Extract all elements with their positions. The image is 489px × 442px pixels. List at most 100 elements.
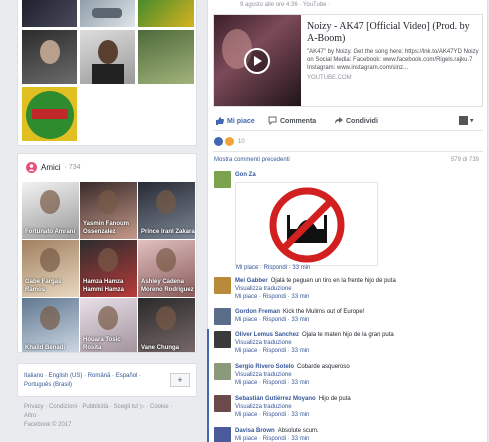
no-mosque-sign-icon — [269, 187, 345, 263]
comment-meta[interactable]: Mi piace · Rispondi · 33 min — [235, 293, 481, 301]
comment-author[interactable]: Sergio Rivero Sotelo — [235, 364, 294, 370]
friend-name[interactable]: Fortunato Amrani — [25, 228, 75, 236]
post-meta[interactable]: 9 agosto alle ore 4:36 · YouTube · — [240, 2, 330, 8]
avatar[interactable] — [214, 171, 231, 188]
comment-meta[interactable]: Mi piace · Rispondi · 33 min — [235, 435, 481, 442]
friend-name[interactable]: Houara Tosic Rosita — [83, 336, 137, 352]
avatar[interactable] — [214, 331, 231, 348]
friend-name[interactable]: Gabe Fargas Ramos — [25, 278, 79, 294]
avatar[interactable] — [214, 363, 231, 380]
translate-link[interactable]: Visualizza traduzione — [235, 339, 481, 347]
like-button[interactable]: Mi piace — [215, 116, 255, 127]
photo-thumb[interactable] — [21, 29, 78, 85]
like-icon — [215, 116, 224, 127]
comment-image[interactable] — [235, 182, 378, 266]
friend-photo — [156, 306, 176, 330]
avatar[interactable] — [214, 427, 231, 442]
footer-links[interactable]: Privacy · Condizioni · Pubblicità · Sceg… — [24, 403, 199, 412]
friend-tile[interactable]: Yasmin Fanoum Ossenzalez — [80, 182, 137, 239]
friend-tile[interactable]: Vane Chunga — [138, 298, 195, 352]
friend-name[interactable]: Hamza Hamza Hammi Hamza — [83, 278, 137, 294]
friend-tile[interactable]: Hamza Hamza Hammi Hamza — [80, 240, 137, 297]
comment-text: Cobarde asqueroso — [297, 364, 350, 370]
comment-icon — [268, 116, 277, 127]
add-language-button[interactable]: + — [170, 373, 190, 387]
share-icon — [334, 116, 343, 127]
comment-meta[interactable]: Mi piace · Rispondi · 33 min — [235, 411, 481, 419]
reaction-count: 10 — [238, 138, 245, 145]
friend-tile[interactable]: Prince Iranl Zakara — [138, 182, 195, 239]
friend-photo — [156, 190, 176, 214]
friends-icon — [26, 162, 37, 173]
comment-meta[interactable]: Mi piace · Rispondi · 33 min — [235, 316, 481, 324]
avatar[interactable] — [214, 395, 231, 412]
friend-name[interactable]: Ashley Cadena Moreno Rodriguez — [141, 278, 195, 294]
comment-author[interactable]: Sebastián Gutiérrez Moyano — [235, 396, 316, 402]
friend-photo — [40, 248, 60, 272]
friend-photo — [40, 306, 60, 330]
friends-header[interactable]: Amici · 734 — [26, 162, 81, 173]
link-title[interactable]: Noizy - AK47 [Official Video] (Prod. by … — [307, 21, 481, 45]
photo-thumb[interactable] — [79, 0, 136, 28]
comment: Davisa Brown Absolute scum. Mi piace · Ris… — [214, 427, 482, 442]
avatar-mini-icon — [459, 116, 468, 125]
share-button[interactable]: Condividi — [334, 116, 378, 127]
comment-text: Ojala te maten hijo de la gran puta — [302, 332, 394, 338]
friends-count: · 734 — [64, 164, 81, 171]
photo-thumb[interactable] — [137, 0, 195, 28]
play-icon[interactable] — [244, 48, 270, 74]
friend-name[interactable]: Prince Iranl Zakara — [141, 228, 195, 236]
comment-highlight-bar — [207, 329, 209, 442]
comment: Oliver Lemus Sanchez Ojala te maten hijo … — [207, 329, 482, 442]
comment-text: Kick the Mulims out of Europe! — [283, 309, 365, 315]
avatar[interactable] — [214, 277, 231, 294]
comment-author[interactable]: Oliver Lemus Sanchez — [235, 332, 299, 338]
audience-selector[interactable]: ▾ — [459, 116, 473, 125]
friend-tile[interactable]: Khalid Benadi — [22, 298, 79, 352]
friend-name[interactable]: Vane Chunga — [141, 344, 179, 352]
comment: Sebastián Gutiérrez Moyano Hijo de puta Vi… — [214, 395, 482, 425]
previous-comments-link[interactable]: Mostra commenti precedenti — [214, 157, 290, 163]
friend-tile[interactable]: Houara Tosic Rosita — [80, 298, 137, 352]
comment-meta[interactable]: Mi piace · Rispondi · 33 min — [235, 347, 481, 355]
comment-author[interactable]: Gordon Freman — [235, 309, 280, 315]
avatar[interactable] — [214, 308, 231, 325]
translate-link[interactable]: Visualizza traduzione — [235, 403, 481, 411]
angry-reaction-icon — [225, 137, 234, 146]
comment-counter: 579 di 739 — [450, 157, 479, 163]
languages-card: Italiano · English (US) · Română · Españ… — [17, 363, 197, 397]
friend-name[interactable]: Khalid Benadi — [25, 344, 65, 352]
friend-name[interactable]: Yasmin Fanoum Ossenzalez — [83, 220, 137, 236]
languages-line2[interactable]: Português (Brasil) — [24, 381, 169, 390]
reactions-summary[interactable]: 10 — [214, 137, 245, 146]
friend-photo — [40, 190, 60, 214]
comment-meta[interactable]: Mi piace · Rispondi · 33 min — [236, 265, 310, 271]
comment-text: Hijo de puta — [318, 396, 351, 402]
footer-more[interactable]: Altro · — [24, 412, 199, 421]
friend-tile[interactable]: Gabe Fargas Ramos — [22, 240, 79, 297]
comment-author[interactable]: Mei Gabber — [235, 278, 268, 284]
friends-title[interactable]: Amici — [41, 163, 61, 172]
photo-thumb[interactable] — [21, 0, 78, 28]
video-thumbnail[interactable] — [214, 15, 301, 106]
friend-photo — [98, 248, 118, 272]
comment-text: Ojalá te peguen un tiro en la frente hij… — [270, 278, 396, 284]
footer: Privacy · Condizioni · Pubblicità · Sceg… — [24, 403, 199, 430]
comment-author[interactable]: Davisa Brown — [235, 428, 275, 434]
friend-tile[interactable]: Fortunato Amrani — [22, 182, 79, 239]
languages-line1[interactable]: Italiano · English (US) · Română · Españ… — [24, 372, 169, 381]
friend-tile[interactable]: Ashley Cadena Moreno Rodriguez — [138, 240, 195, 297]
photo-thumb[interactable] — [79, 29, 136, 85]
photo-thumb[interactable] — [137, 29, 195, 85]
friend-photo — [156, 248, 176, 272]
like-reaction-icon — [214, 137, 223, 146]
comment-author[interactable]: Gon Za — [235, 172, 256, 178]
photo-thumb[interactable] — [21, 86, 78, 142]
link-description: "AK47" by Noizy. Get the song here: http… — [307, 49, 479, 71]
translate-link[interactable]: Visualizza traduzione — [235, 285, 481, 293]
comment-meta[interactable]: Mi piace · Rispondi · 33 min — [235, 379, 481, 387]
link-preview[interactable]: Noizy - AK47 [Official Video] (Prod. by … — [213, 14, 483, 107]
comment-button[interactable]: Commenta — [268, 116, 316, 127]
translate-link[interactable]: Visualizza traduzione — [235, 371, 481, 379]
friend-photo — [98, 190, 118, 214]
